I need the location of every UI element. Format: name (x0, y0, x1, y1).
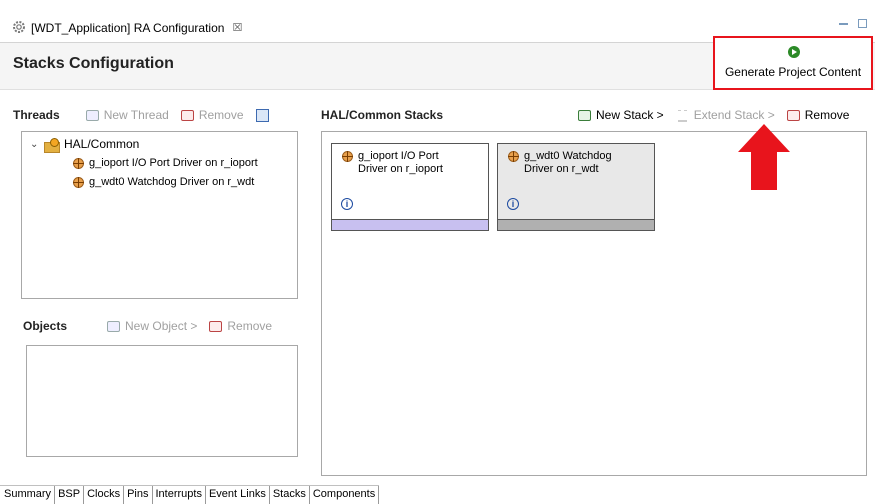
stack-card-body: g_wdt0 Watchdog Driver on r_wdt (498, 144, 654, 220)
generate-project-content-button[interactable]: Generate Project Content (713, 36, 873, 90)
module-icon (73, 176, 84, 188)
tree-root-label: HAL/Common (64, 137, 140, 151)
gear-icon (13, 21, 25, 33)
tab-components[interactable]: Components (310, 486, 380, 504)
collapse-all-icon[interactable] (255, 108, 269, 122)
new-object-button[interactable]: New Object > (107, 319, 197, 333)
tree-item-label: g_wdt0 Watchdog Driver on r_wdt (89, 176, 255, 188)
tree-item-label: g_ioport I/O Port Driver on r_ioport (89, 157, 258, 169)
stack-card-wdt0[interactable]: g_wdt0 Watchdog Driver on r_wdt i (497, 143, 655, 231)
play-icon (788, 46, 800, 58)
info-icon[interactable]: i (507, 198, 519, 210)
maximize-icon[interactable] (858, 19, 867, 28)
stack-card-ioport[interactable]: g_ioport I/O Port Driver on r_ioport i (331, 143, 489, 231)
stack-card-text: g_ioport I/O Port Driver on r_ioport (358, 150, 443, 220)
tab-clocks[interactable]: Clocks (84, 486, 125, 504)
stack-card-line: Driver on r_ioport (358, 163, 443, 175)
tree-item[interactable]: g_wdt0 Watchdog Driver on r_wdt (73, 176, 254, 188)
new-stack-label: New Stack > (596, 108, 664, 122)
minimize-icon[interactable] (839, 23, 848, 25)
stacks-header: HAL/Common Stacks (321, 108, 443, 122)
new-thread-icon (85, 109, 99, 121)
tab-bsp[interactable]: BSP (55, 486, 85, 504)
tab-stacks[interactable]: Stacks (269, 486, 310, 504)
new-stack-button[interactable]: New Stack > (578, 108, 664, 122)
tab-summary[interactable]: Summary (0, 486, 56, 504)
stacks-title: HAL/Common Stacks (321, 108, 444, 122)
remove-object-label: Remove (227, 319, 273, 333)
new-object-icon (107, 320, 121, 332)
editor-tab-title: [WDT_Application] RA Configuration (31, 21, 225, 35)
extend-stack-label: Extend Stack > (693, 108, 775, 122)
stack-card-body: g_ioport I/O Port Driver on r_ioport (332, 144, 488, 220)
objects-title: Objects (23, 319, 68, 333)
remove-icon (786, 109, 800, 121)
stack-card-bar (332, 219, 488, 230)
close-icon[interactable]: ☒ (232, 21, 242, 34)
extend-stack-icon (676, 109, 689, 122)
red-arrow-annotation (738, 124, 790, 190)
module-icon (342, 151, 353, 162)
module-icon (73, 157, 84, 169)
remove-object-button[interactable]: Remove (209, 319, 272, 333)
page-title: Stacks Configuration (13, 55, 174, 72)
new-stack-icon (578, 109, 591, 121)
stack-card-bar (498, 219, 654, 230)
chevron-down-icon[interactable]: ⌄ (30, 139, 40, 150)
new-thread-button[interactable]: New Thread (85, 108, 169, 122)
remove-thread-button[interactable]: Remove (180, 108, 244, 122)
module-icon (508, 151, 519, 162)
stack-card-line: g_ioport I/O Port (358, 150, 439, 162)
remove-icon (180, 109, 194, 121)
tree-item[interactable]: g_ioport I/O Port Driver on r_ioport (73, 157, 258, 169)
tab-pins[interactable]: Pins (124, 486, 153, 504)
objects-header: Objects New Object > Remove (23, 319, 272, 333)
stack-card-line: g_wdt0 Watchdog (524, 150, 612, 162)
remove-stack-button[interactable]: Remove (786, 108, 850, 122)
stack-card-text: g_wdt0 Watchdog Driver on r_wdt (524, 150, 612, 220)
extend-stack-button[interactable]: Extend Stack > (676, 108, 775, 122)
tree-root-hal-common[interactable]: ⌄ HAL/Common (30, 137, 140, 153)
threads-title: Threads (13, 108, 60, 122)
objects-list (26, 345, 298, 457)
info-icon[interactable]: i (341, 198, 353, 210)
threads-header: Threads New Thread Remove (13, 108, 269, 122)
new-object-label: New Object > (125, 319, 198, 333)
bottom-tab-bar: Summary BSP Clocks Pins Interrupts Event… (0, 485, 380, 504)
new-thread-label: New Thread (103, 108, 169, 122)
remove-thread-label: Remove (198, 108, 244, 122)
editor-tab[interactable]: [WDT_Application] RA Configuration ☒ (0, 9, 242, 43)
tab-event-links[interactable]: Event Links (206, 486, 270, 504)
remove-stack-label: Remove (804, 108, 850, 122)
generate-button-label: Generate Project Content (724, 65, 862, 79)
folder-icon (44, 137, 60, 153)
stack-card-line: Driver on r_wdt (524, 163, 599, 175)
window-controls (839, 19, 867, 28)
remove-icon (209, 320, 223, 332)
tab-interrupts[interactable]: Interrupts (153, 486, 206, 504)
stacks-toolbar: New Stack > Extend Stack > Remove (578, 108, 849, 122)
